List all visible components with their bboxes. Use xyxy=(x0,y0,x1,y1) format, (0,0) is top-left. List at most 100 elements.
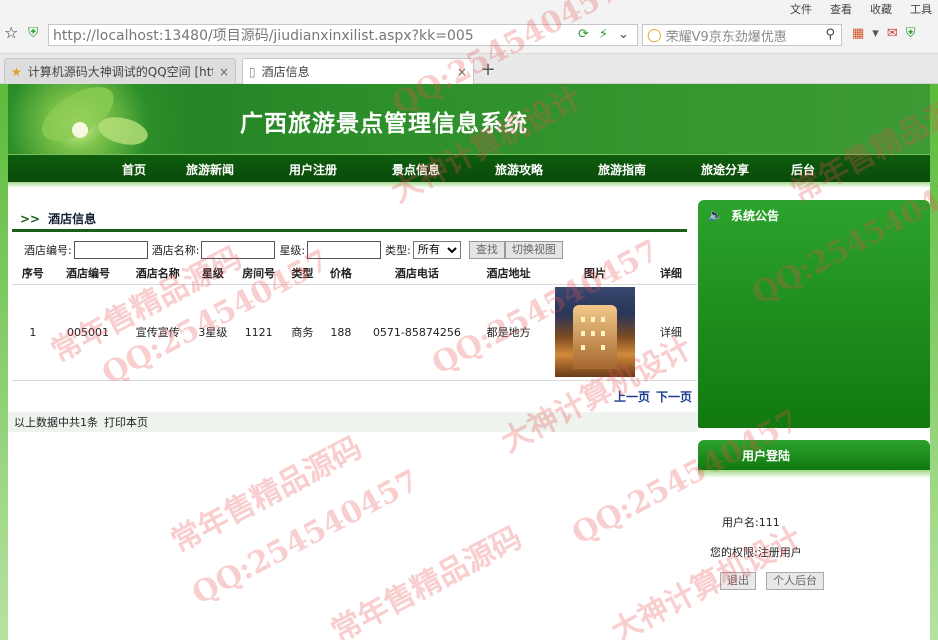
col-hotel-name: 酒店名称 xyxy=(122,262,194,285)
new-tab-button[interactable]: + xyxy=(478,60,498,80)
section-header: >> 酒店信息 xyxy=(12,208,687,232)
search-placeholder: 荣耀V9京东劲爆优惠 xyxy=(665,29,787,45)
favorite-star-icon[interactable]: ☆ xyxy=(4,25,20,41)
tab-label: 计算机源码大神调试的QQ空间 [http:// xyxy=(27,65,213,79)
menu-favorites[interactable]: 收藏 xyxy=(870,1,892,17)
nav-attractions[interactable]: 景点信息 xyxy=(392,161,440,178)
nav-trip-share[interactable]: 旅途分享 xyxy=(701,161,749,178)
close-icon[interactable]: × xyxy=(457,65,467,79)
security-shield-icon: ⛨ xyxy=(28,25,39,41)
type-select[interactable]: 所有 xyxy=(412,241,461,259)
nav-travel-news[interactable]: 旅游新闻 xyxy=(186,161,234,178)
right-decor-strip xyxy=(930,84,938,640)
cell-address: 都是地方 xyxy=(472,284,545,381)
cell-image xyxy=(544,284,645,381)
tab-qq-space[interactable]: ★ 计算机源码大神调试的QQ空间 [http:// × xyxy=(4,58,236,84)
notice-panel: 🔈 系统公告 xyxy=(698,200,930,428)
login-title: 用户登陆 xyxy=(742,448,791,463)
site-title: 广西旅游景点管理信息系统 xyxy=(240,110,528,137)
nav-travel-tips[interactable]: 旅游指南 xyxy=(598,161,646,178)
search-engine-icon: ◯ xyxy=(647,27,662,43)
tab-label: 酒店信息 xyxy=(261,65,310,79)
refresh-icon[interactable]: ⟳ xyxy=(578,27,589,42)
record-count: 以上数据中共1条 xyxy=(14,416,98,429)
nav-guides[interactable]: 旅游攻略 xyxy=(495,161,543,178)
personal-backend-button[interactable]: 个人后台 xyxy=(766,572,824,590)
permission-line: 您的权限:注册用户 xyxy=(710,546,802,559)
summary-bar: 以上数据中共1条 打印本页 xyxy=(8,412,698,432)
login-panel: 用户登陆 用户名:111 您的权限:注册用户 退出 个人后台 xyxy=(698,440,930,640)
window-light xyxy=(580,317,585,322)
login-header: 用户登陆 xyxy=(698,440,930,470)
username-line: 用户名:111 xyxy=(722,516,780,529)
login-underglow xyxy=(698,470,930,478)
browser-top-strip: 文件 查看 收藏 工具 xyxy=(0,0,938,18)
table-row: 1 005001 宣传宣传 3星级 1121 商务 188 0571-85874… xyxy=(12,284,697,381)
search-icon[interactable]: ⚲ xyxy=(825,27,835,42)
cell-detail-link[interactable]: 详细 xyxy=(644,284,697,381)
hotel-name-label: 酒店名称: xyxy=(151,244,200,257)
tab-hotel-info[interactable]: ▯ 酒店信息 × xyxy=(242,58,474,84)
cell-index: 1 xyxy=(12,284,54,381)
logout-button[interactable]: 退出 xyxy=(720,572,756,590)
hotel-building-graphic xyxy=(572,305,617,369)
url-actions: ⟳ ⚡ ⌄ xyxy=(578,27,629,42)
cell-phone: 0571-85874256 xyxy=(361,284,473,381)
menu-tools[interactable]: 工具 xyxy=(910,1,932,17)
window-light xyxy=(590,331,595,336)
pager: 上一页 下一页 xyxy=(614,388,692,405)
address-bar: ☆ ⛨ http://localhost:13480/项目源码/jiudianx… xyxy=(0,18,938,54)
nav-underglow xyxy=(8,182,930,188)
chevron-down-icon[interactable]: ⌄ xyxy=(618,27,629,42)
menu-file[interactable]: 文件 xyxy=(790,1,812,17)
col-hotel-no: 酒店编号 xyxy=(53,262,123,285)
col-room-no: 房间号 xyxy=(232,262,285,285)
lightning-icon[interactable]: ⚡ xyxy=(599,27,608,42)
site-banner: 广西旅游景点管理信息系统 xyxy=(8,84,930,154)
shield-extension-icon[interactable]: ⛨ xyxy=(906,26,916,41)
hotel-photo[interactable] xyxy=(554,287,635,377)
col-price: 价格 xyxy=(320,262,362,285)
speaker-icon: 🔈 xyxy=(708,208,723,222)
nav-home[interactable]: 首页 xyxy=(122,161,146,178)
hotel-name-input[interactable] xyxy=(201,241,276,259)
web-page: 广西旅游景点管理信息系统 首页 旅游新闻 用户注册 景点信息 旅游攻略 旅游指南… xyxy=(0,84,938,640)
menu-view[interactable]: 查看 xyxy=(830,1,852,17)
window-light xyxy=(590,317,595,322)
filter-bar: 酒店编号: 酒店名称: 星级: 类型: 所有 查找 切换视图 xyxy=(24,239,699,261)
print-link[interactable]: 打印本页 xyxy=(104,414,148,430)
nav-backend[interactable]: 后台 xyxy=(791,161,815,178)
search-button[interactable]: 查找 xyxy=(468,241,505,259)
close-icon[interactable]: × xyxy=(219,65,229,79)
next-page-link[interactable]: 下一页 xyxy=(656,388,692,405)
switch-view-button[interactable]: 切换视图 xyxy=(504,241,563,259)
url-input[interactable]: http://localhost:13480/项目源码/jiudianxinxi… xyxy=(48,24,638,46)
cell-room-no: 1121 xyxy=(232,284,285,381)
cell-star: 3星级 xyxy=(193,284,233,381)
col-address: 酒店地址 xyxy=(472,262,545,285)
section-title: 酒店信息 xyxy=(48,212,97,226)
main-nav: 首页 旅游新闻 用户注册 景点信息 旅游攻略 旅游指南 旅途分享 后台 xyxy=(8,154,930,182)
nav-register[interactable]: 用户注册 xyxy=(289,161,337,178)
star-icon: ★ xyxy=(11,64,22,79)
bud-graphic xyxy=(72,122,88,138)
apps-grid-icon[interactable]: ▦ xyxy=(852,26,864,41)
window-light xyxy=(600,345,605,350)
hotel-no-input[interactable] xyxy=(73,241,148,259)
hotel-no-label: 酒店编号: xyxy=(24,244,72,257)
star-input[interactable] xyxy=(307,241,382,259)
prev-page-link[interactable]: 上一页 xyxy=(614,388,650,405)
browser-search-input[interactable]: ◯ 荣耀V9京东劲爆优惠 ⚲ xyxy=(642,24,842,46)
notice-header: 🔈 系统公告 xyxy=(698,200,930,230)
left-decor-strip xyxy=(0,84,8,640)
mail-icon[interactable]: ✉ xyxy=(887,26,898,41)
col-type: 类型 xyxy=(284,262,321,285)
star-label: 星级: xyxy=(279,244,306,257)
page-icon: ▯ xyxy=(249,64,256,79)
browser-menu: 文件 查看 收藏 工具 xyxy=(790,0,938,18)
chevron-down-icon[interactable]: ▾ xyxy=(872,26,879,41)
window-light xyxy=(600,331,605,336)
url-text: http://localhost:13480/项目源码/jiudianxinxi… xyxy=(53,28,474,44)
hotel-table: 序号 酒店编号 酒店名称 星级 房间号 类型 价格 酒店电话 酒店地址 图片 详… xyxy=(12,262,697,381)
type-label: 类型: xyxy=(385,244,411,257)
